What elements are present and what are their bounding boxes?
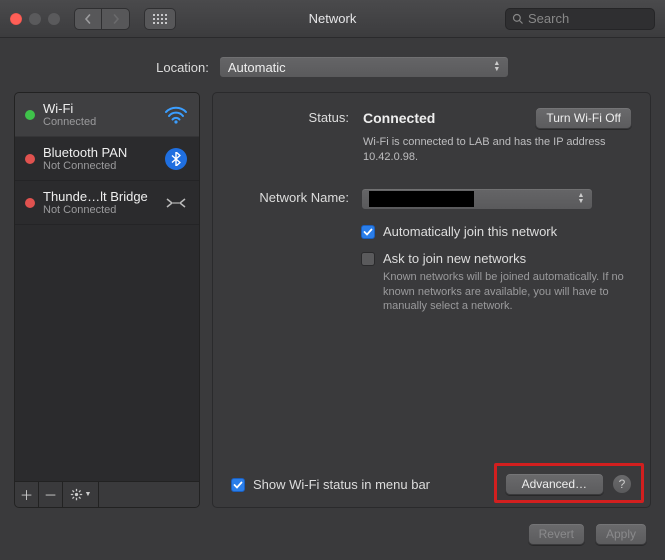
sidebar-item-name: Bluetooth PAN bbox=[43, 145, 155, 160]
search-placeholder: Search bbox=[528, 11, 569, 26]
chevron-down-icon: ▼ bbox=[85, 491, 92, 498]
forward-button[interactable] bbox=[102, 8, 130, 30]
gear-icon bbox=[70, 488, 83, 501]
window-controls bbox=[10, 13, 60, 25]
search-icon bbox=[512, 13, 524, 25]
sidebar-item-name: Wi-Fi bbox=[43, 101, 155, 116]
titlebar: Network Search bbox=[0, 0, 665, 38]
redacted-ssid bbox=[369, 191, 474, 207]
sidebar-item-name: Thunde…lt Bridge bbox=[43, 189, 155, 204]
show-status-checkbox[interactable] bbox=[231, 478, 245, 492]
status-value: Connected bbox=[363, 110, 435, 126]
sidebar-item-status: Not Connected bbox=[43, 160, 155, 172]
detail-panel: Status: Connected Turn Wi-Fi Off Wi-Fi i… bbox=[212, 92, 651, 508]
sidebar-item-status: Connected bbox=[43, 116, 155, 128]
interface-sidebar: Wi-Fi Connected Bluetooth PAN Not Connec… bbox=[14, 92, 200, 508]
interface-list: Wi-Fi Connected Bluetooth PAN Not Connec… bbox=[15, 93, 199, 481]
remove-interface-button[interactable]: － bbox=[39, 482, 63, 507]
minimize-window[interactable] bbox=[29, 13, 41, 25]
wifi-toggle-button[interactable]: Turn Wi-Fi Off bbox=[535, 107, 632, 129]
wifi-icon bbox=[163, 102, 189, 128]
sidebar-item-text: Wi-Fi Connected bbox=[43, 101, 155, 128]
status-dot bbox=[25, 198, 35, 208]
zoom-window[interactable] bbox=[48, 13, 60, 25]
sidebar-item-text: Bluetooth PAN Not Connected bbox=[43, 145, 155, 172]
location-label: Location: bbox=[156, 60, 209, 75]
location-value: Automatic bbox=[228, 60, 286, 75]
auto-join-checkbox[interactable] bbox=[361, 225, 375, 239]
location-select[interactable]: Automatic ▲▼ bbox=[219, 56, 509, 78]
show-status-label: Show Wi-Fi status in menu bar bbox=[253, 477, 430, 492]
status-label: Status: bbox=[231, 107, 349, 125]
grid-icon bbox=[153, 14, 167, 24]
sidebar-item-text: Thunde…lt Bridge Not Connected bbox=[43, 189, 155, 216]
updown-icon: ▲▼ bbox=[574, 189, 588, 209]
sidebar-item-wifi[interactable]: Wi-Fi Connected bbox=[15, 93, 199, 137]
footer: Revert Apply bbox=[0, 516, 665, 558]
updown-icon: ▲▼ bbox=[490, 57, 504, 77]
location-row: Location: Automatic ▲▼ bbox=[0, 38, 665, 92]
sidebar-item-thunderbolt[interactable]: Thunde…lt Bridge Not Connected bbox=[15, 181, 199, 225]
status-info: Wi-Fi is connected to LAB and has the IP… bbox=[363, 135, 623, 165]
interface-options-button[interactable]: ▼ bbox=[63, 482, 99, 507]
add-interface-button[interactable]: ＋ bbox=[15, 482, 39, 507]
apply-button[interactable]: Apply bbox=[595, 523, 647, 545]
auto-join-label: Automatically join this network bbox=[383, 224, 557, 239]
advanced-button[interactable]: Advanced… bbox=[505, 473, 604, 495]
show-all-button[interactable] bbox=[144, 8, 176, 30]
bluetooth-icon bbox=[163, 146, 189, 172]
nav-buttons bbox=[74, 8, 130, 30]
sidebar-item-status: Not Connected bbox=[43, 204, 155, 216]
revert-button[interactable]: Revert bbox=[528, 523, 585, 545]
ask-join-label: Ask to join new networks bbox=[383, 251, 632, 266]
sidebar-item-bluetooth[interactable]: Bluetooth PAN Not Connected bbox=[15, 137, 199, 181]
thunderbolt-icon bbox=[163, 190, 189, 216]
close-window[interactable] bbox=[10, 13, 22, 25]
window-title: Network bbox=[309, 11, 357, 26]
status-dot bbox=[25, 110, 35, 120]
ask-join-checkbox[interactable] bbox=[361, 252, 375, 266]
main-area: Wi-Fi Connected Bluetooth PAN Not Connec… bbox=[0, 92, 665, 516]
search-input[interactable]: Search bbox=[505, 8, 655, 30]
network-name-label: Network Name: bbox=[231, 187, 349, 315]
back-button[interactable] bbox=[74, 8, 102, 30]
sidebar-footer: ＋ － ▼ bbox=[15, 481, 199, 507]
help-button[interactable]: ? bbox=[612, 474, 632, 494]
status-dot bbox=[25, 154, 35, 164]
ask-join-help: Known networks will be joined automatica… bbox=[383, 270, 632, 315]
